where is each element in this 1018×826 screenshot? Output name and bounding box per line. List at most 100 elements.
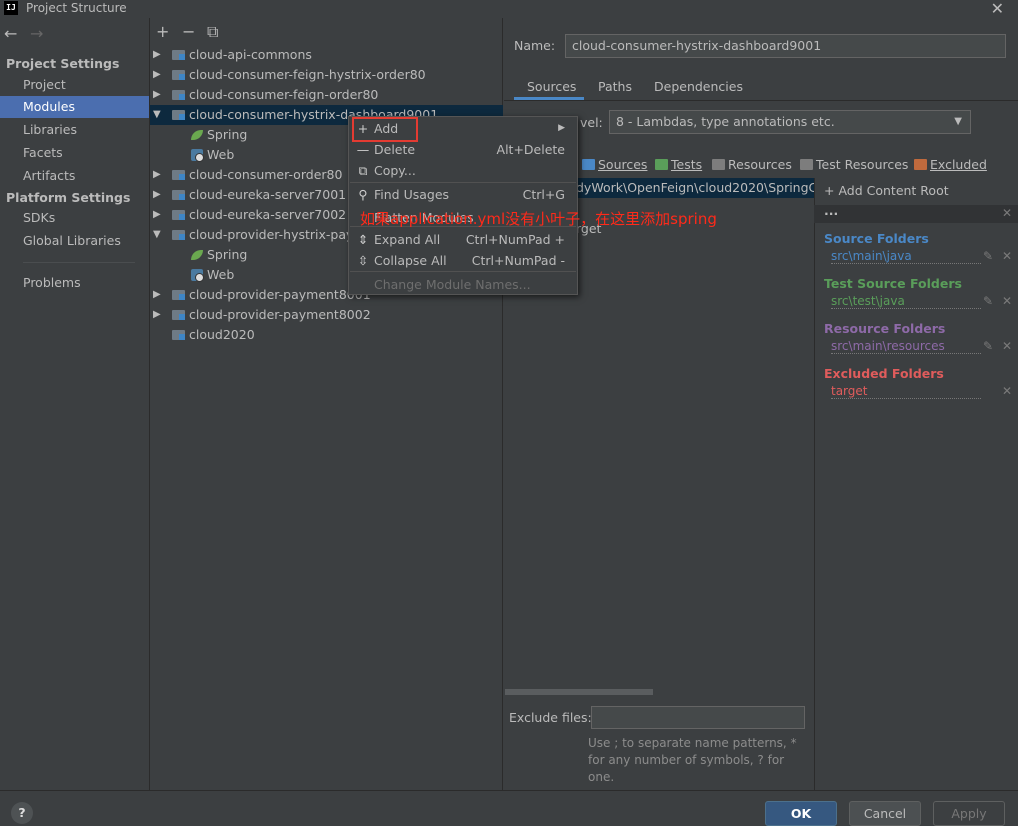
module-tree-row[interactable]: ▶ cloud-provider-payment8002: [150, 305, 503, 325]
ok-button[interactable]: OK: [765, 801, 837, 826]
ctx-change-module-names-item: Change Module Names...: [349, 274, 577, 295]
tree-item-label: Web: [207, 267, 235, 282]
horizontal-scrollbar[interactable]: [505, 689, 653, 695]
sidebar-item-modules[interactable]: Modules: [0, 96, 149, 118]
spring-leaf-icon: [191, 130, 203, 140]
sidebar-item-project[interactable]: Project: [0, 74, 149, 96]
tree-item-label: cloud2020: [189, 327, 255, 342]
module-tree-row[interactable]: ▶ cloud-api-commons: [150, 45, 503, 65]
language-level-select[interactable]: 8 - Lambdas, type annotations etc. ▼: [609, 110, 971, 134]
copy-module-icon[interactable]: ⧉: [207, 22, 218, 42]
mark-excluded[interactable]: Excluded: [914, 157, 987, 172]
project-settings-header: Project Settings: [6, 56, 120, 71]
ctx-copy-item[interactable]: ⧉ Copy...: [349, 160, 577, 181]
source-folder-path[interactable]: src\main\java: [831, 249, 981, 264]
resource-folder-path[interactable]: src\main\resources: [831, 339, 981, 354]
add-content-root-button[interactable]: + Add Content Root: [824, 183, 949, 198]
tree-item-label: cloud-provider-payment8001: [189, 287, 371, 302]
excluded-folder-path[interactable]: target: [831, 384, 981, 399]
menu-item-shortcut: Ctrl+NumPad -: [471, 253, 565, 268]
sidebar-item-libraries[interactable]: Libraries: [0, 119, 149, 141]
sidebar-item-problems[interactable]: Problems: [0, 272, 149, 294]
module-tree-row[interactable]: ▶ cloud-consumer-feign-order80: [150, 85, 503, 105]
module-name-input[interactable]: cloud-consumer-hystrix-dashboard9001: [565, 34, 1006, 58]
resource-folders-heading: Resource Folders: [824, 321, 946, 336]
content-root-title: ...: [824, 203, 839, 218]
remove-source-folder-icon[interactable]: ✕: [1002, 249, 1012, 263]
collapsed-arrow-icon[interactable]: ▶: [153, 205, 161, 225]
tree-item-label: cloud-consumer-order80: [189, 167, 343, 182]
menu-item-shortcut: Ctrl+G: [522, 187, 565, 202]
menu-item-label: Find Usages: [374, 187, 450, 202]
expanded-arrow-icon[interactable]: ▼: [153, 105, 161, 125]
tab-sources[interactable]: Sources: [527, 79, 576, 94]
edit-resource-folder-icon[interactable]: ✎: [983, 339, 993, 353]
module-folder-icon: [172, 310, 185, 320]
excluded-folders-heading: Excluded Folders: [824, 366, 944, 381]
ctx-find-usages-item[interactable]: ⚲ Find Usages Ctrl+G: [349, 184, 577, 205]
intellij-logo-icon: IJ: [4, 1, 18, 15]
cancel-button[interactable]: Cancel: [849, 801, 921, 826]
mark-resources[interactable]: Resources: [712, 157, 792, 172]
ctx-delete-item[interactable]: — Delete Alt+Delete: [349, 139, 577, 160]
remove-module-icon[interactable]: −: [182, 22, 195, 41]
name-label: Name:: [514, 38, 556, 53]
source-folders-heading: Source Folders: [824, 231, 929, 246]
test-resources-folder-icon: [800, 159, 813, 170]
tab-paths[interactable]: Paths: [598, 79, 632, 94]
ctx-collapse-all-item[interactable]: ⇳ Collapse All Ctrl+NumPad -: [349, 250, 577, 271]
web-facet-icon: [191, 149, 204, 162]
collapsed-arrow-icon[interactable]: ▶: [153, 85, 161, 105]
module-folder-icon: [172, 70, 185, 80]
collapsed-arrow-icon[interactable]: ▶: [153, 165, 161, 185]
edit-source-folder-icon[interactable]: ✎: [983, 249, 993, 263]
remove-resource-folder-icon[interactable]: ✕: [1002, 339, 1012, 353]
module-tree-row[interactable]: cloud2020: [150, 325, 503, 345]
sidebar-divider: [23, 262, 135, 263]
remove-test-folder-icon[interactable]: ✕: [1002, 294, 1012, 308]
content-root-header: [814, 205, 1018, 223]
menu-item-label: Change Module Names...: [374, 277, 531, 292]
collapsed-arrow-icon[interactable]: ▶: [153, 65, 161, 85]
content-root-path[interactable]: dyWork\OpenFeign\cloud2020\SpringCl: [576, 178, 814, 198]
exclude-files-label: Exclude files:: [509, 710, 592, 725]
mark-test-resources[interactable]: Test Resources: [800, 157, 908, 172]
edit-test-folder-icon[interactable]: ✎: [983, 294, 993, 308]
add-module-icon[interactable]: +: [156, 22, 169, 41]
module-folder-icon: [172, 290, 185, 300]
sidebar-item-global-libraries[interactable]: Global Libraries: [0, 230, 149, 252]
mark-sources[interactable]: Sources: [582, 157, 647, 172]
tab-dependencies[interactable]: Dependencies: [654, 79, 743, 94]
collapsed-arrow-icon[interactable]: ▶: [153, 285, 161, 305]
module-tree-row[interactable]: ▶ cloud-consumer-feign-hystrix-order80: [150, 65, 503, 85]
collapsed-arrow-icon[interactable]: ▶: [153, 305, 161, 325]
sidebar-item-artifacts[interactable]: Artifacts: [0, 165, 149, 187]
apply-button[interactable]: Apply: [933, 801, 1005, 826]
collapsed-arrow-icon[interactable]: ▶: [153, 185, 161, 205]
collapse-all-icon: ⇳: [357, 253, 369, 268]
exclude-files-input[interactable]: [591, 706, 805, 729]
sidebar-item-facets[interactable]: Facets: [0, 142, 149, 164]
close-icon[interactable]: ✕: [991, 0, 1004, 18]
help-button[interactable]: ?: [11, 802, 33, 824]
module-folder-icon: [172, 170, 185, 180]
expanded-arrow-icon[interactable]: ▼: [153, 225, 161, 245]
back-arrow-icon[interactable]: ←: [4, 24, 17, 43]
minus-icon: —: [356, 142, 370, 157]
annotation-text: 如果application.yml没有小叶子，在这里添加spring: [360, 210, 717, 228]
resources-folder-icon: [712, 159, 725, 170]
menu-separator: [350, 271, 576, 272]
spring-leaf-icon: [191, 250, 203, 260]
remove-excluded-folder-icon[interactable]: ✕: [1002, 384, 1012, 398]
sidebar-item-sdks[interactable]: SDKs: [0, 207, 149, 229]
ctx-expand-all-item[interactable]: ⇕ Expand All Ctrl+NumPad +: [349, 229, 577, 250]
mark-tests[interactable]: Tests: [655, 157, 702, 172]
module-folder-icon: [172, 210, 185, 220]
copy-icon: ⧉: [358, 163, 368, 178]
chevron-down-icon: ▼: [954, 116, 962, 127]
remove-content-root-icon[interactable]: ✕: [1002, 206, 1012, 220]
window-title: Project Structure: [26, 1, 127, 15]
forward-arrow-icon[interactable]: →: [30, 24, 43, 43]
collapsed-arrow-icon[interactable]: ▶: [153, 45, 161, 65]
test-source-folder-path[interactable]: src\test\java: [831, 294, 981, 309]
